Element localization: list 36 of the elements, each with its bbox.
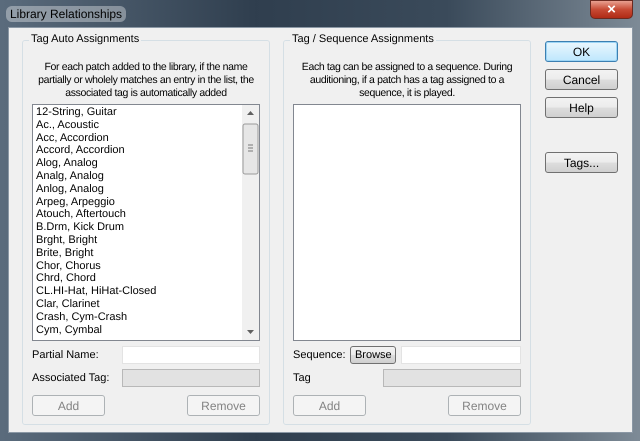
list-item[interactable]: Cym, Cymbal (36, 324, 239, 336)
dialog-button[interactable]: Help (545, 97, 618, 118)
description-text: For each patch added to the library, if the name partially or wholely matches an entry in the list, the associated tag is automatically added (37, 61, 255, 100)
list-item[interactable]: Clar, Clarinet (36, 298, 239, 311)
list-item[interactable]: 12-String, Guitar (36, 106, 239, 119)
list-item[interactable]: Chor, Chorus (36, 260, 239, 272)
description-text: Each tag can be assigned to a sequence. During auditioning, if a patch has a tag assigned to a sequence, it is played. (300, 61, 514, 100)
list-item[interactable]: Brite, Bright (36, 246, 239, 260)
list-item[interactable]: Crash, Cym-Crash (36, 310, 239, 324)
list-item[interactable]: Ac., Acoustic (36, 118, 239, 132)
list-item[interactable]: Chrd, Chord (36, 272, 239, 286)
list-item[interactable]: B.Drm, Kick Drum (36, 221, 239, 234)
field-label: Sequence: (293, 349, 346, 361)
window-title: Library Relationships (6, 6, 126, 22)
tag-list[interactable] (32, 104, 260, 341)
dialog-button[interactable]: Cancel (545, 69, 618, 90)
field-label: Associated Tag: (32, 372, 110, 384)
field-label: Partial Name: (32, 349, 99, 361)
browse-button[interactable]: Browse (350, 346, 396, 364)
group-title: Tag Auto Assignments (29, 33, 142, 45)
field-label: Tag (293, 372, 311, 384)
close-button[interactable]: × (590, 0, 633, 19)
dialog-button[interactable]: Tags... (545, 152, 618, 173)
list-item[interactable]: CL.HI-Hat, HiHat-Closed (36, 285, 239, 298)
list-item[interactable]: Accord, Accordion (36, 144, 239, 158)
sequence-list[interactable] (293, 104, 521, 341)
list-item[interactable]: Brght, Bright (36, 234, 239, 247)
dialog-button[interactable]: OK (545, 41, 618, 62)
list-item[interactable]: Anlog, Analog (36, 182, 239, 196)
list-item[interactable]: Atouch, Aftertouch (36, 208, 239, 222)
list-item[interactable]: Acc, Accordion (36, 132, 239, 144)
group-title: Tag / Sequence Assignments (290, 33, 436, 45)
scrollbar[interactable] (242, 105, 259, 340)
list-item[interactable]: Analg, Analog (36, 170, 239, 183)
list-item[interactable]: Arpeg, Arpeggio (36, 196, 239, 208)
list-item[interactable]: Alog, Analog (36, 157, 239, 170)
